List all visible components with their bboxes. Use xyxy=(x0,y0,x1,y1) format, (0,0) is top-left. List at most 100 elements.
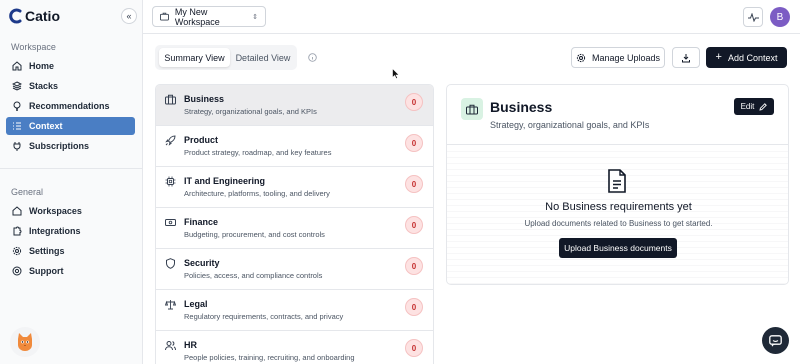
plus-icon: + xyxy=(715,51,722,63)
sidebar-item-label: Support xyxy=(29,266,64,276)
topbar: My New Workspace ⇕ B xyxy=(143,0,800,34)
lifebuoy-icon xyxy=(12,266,22,276)
sidebar-item-workspaces[interactable]: Workspaces xyxy=(6,202,135,220)
cat-mascot-icon xyxy=(18,333,32,351)
sidebar-item-settings[interactable]: Settings xyxy=(6,242,135,260)
category-title: IT and Engineering xyxy=(184,176,266,186)
empty-state: No Business requirements yet Upload docu… xyxy=(447,146,788,284)
category-title: Product xyxy=(184,135,219,145)
chip-icon xyxy=(165,176,176,187)
add-context-label: Add Context xyxy=(727,52,778,63)
category-item-business[interactable]: Business Strategy, organizational goals,… xyxy=(156,85,433,126)
category-item-legal[interactable]: Legal Regulatory requirements, contracts… xyxy=(156,290,433,331)
activity-icon xyxy=(747,12,759,22)
detail-header: Business Strategy, organizational goals,… xyxy=(447,85,788,145)
category-description: Architecture, platforms, tooling, and de… xyxy=(184,189,330,198)
category-item-security[interactable]: Security Policies, access, and complianc… xyxy=(156,249,433,290)
briefcase-icon xyxy=(461,98,483,120)
brand-name: Catio xyxy=(25,8,60,24)
sidebar: Catio « Workspace Home Stacks Recommenda… xyxy=(0,0,143,364)
category-description: Product strategy, roadmap, and key featu… xyxy=(184,148,332,157)
count-badge: 0 xyxy=(405,257,423,275)
sidebar-item-integrations[interactable]: Integrations xyxy=(6,222,135,240)
plug-icon xyxy=(13,142,21,151)
sidebar-item-home[interactable]: Home xyxy=(6,57,135,75)
banknote-icon xyxy=(165,219,176,226)
sidebar-item-stacks[interactable]: Stacks xyxy=(6,77,135,95)
category-title: Finance xyxy=(184,217,219,227)
sidebar-item-support[interactable]: Support xyxy=(6,262,135,280)
lightbulb-icon xyxy=(13,101,21,111)
info-icon[interactable] xyxy=(308,53,317,62)
detail-title: Business xyxy=(490,99,553,115)
count-badge: 0 xyxy=(405,93,423,111)
activity-button[interactable] xyxy=(743,7,763,27)
empty-state-subtitle: Upload documents related to Business to … xyxy=(524,219,713,228)
category-item-product[interactable]: Product Product strategy, roadmap, and k… xyxy=(156,126,433,167)
sidebar-item-context[interactable]: Context xyxy=(6,117,135,135)
download-button[interactable] xyxy=(672,47,700,68)
category-title: HR xyxy=(184,340,197,350)
scale-icon xyxy=(165,300,176,310)
sidebar-divider xyxy=(0,168,143,169)
sidebar-item-label: Subscriptions xyxy=(29,141,90,151)
detail-subtitle: Strategy, organizational goals, and KPIs xyxy=(490,120,650,130)
shield-icon xyxy=(166,258,175,269)
sidebar-item-label: Home xyxy=(29,61,55,71)
tab-detailed-view[interactable]: Detailed View xyxy=(232,48,294,67)
sidebar-item-recommendations[interactable]: Recommendations xyxy=(6,97,135,115)
gear-icon xyxy=(12,246,22,256)
sidebar-item-label: Recommendations xyxy=(29,101,110,111)
pencil-icon xyxy=(759,102,768,111)
home-icon xyxy=(12,61,22,71)
category-title: Business xyxy=(184,94,225,104)
general-section-label: General xyxy=(11,187,44,197)
upload-documents-button[interactable]: Upload Business documents xyxy=(559,238,677,258)
view-toggle: Summary View Detailed View xyxy=(155,45,297,70)
category-description: People policies, training, recruiting, a… xyxy=(184,353,355,362)
sidebar-item-label: Workspaces xyxy=(29,206,82,216)
category-item-it-engineering[interactable]: IT and Engineering Architecture, platfor… xyxy=(156,167,433,208)
manage-uploads-button[interactable]: Manage Uploads xyxy=(571,47,665,68)
category-item-finance[interactable]: Finance Budgeting, procurement, and cost… xyxy=(156,208,433,249)
edit-label: Edit xyxy=(740,102,755,111)
category-description: Regulatory requirements, contracts, and … xyxy=(184,312,344,321)
brand[interactable]: Catio xyxy=(9,8,60,24)
sidebar-item-label: Settings xyxy=(29,246,65,256)
sidebar-item-label: Integrations xyxy=(29,226,81,236)
sidebar-item-subscriptions[interactable]: Subscriptions xyxy=(6,137,135,155)
category-item-hr[interactable]: HR People policies, training, recruiting… xyxy=(156,331,433,364)
collapse-sidebar-button[interactable]: « xyxy=(121,8,137,24)
gear-icon xyxy=(576,53,586,62)
briefcase-icon xyxy=(165,94,176,105)
chevrons-left-icon: « xyxy=(126,11,132,21)
count-badge: 0 xyxy=(405,298,423,316)
chat-support-button[interactable] xyxy=(762,327,789,354)
briefcase-icon xyxy=(160,12,169,21)
layers-icon xyxy=(12,81,22,91)
download-icon xyxy=(682,53,690,62)
manage-uploads-label: Manage Uploads xyxy=(591,52,661,63)
document-icon xyxy=(608,169,626,193)
workspace-section-label: Workspace xyxy=(11,42,56,52)
workspace-selector[interactable]: My New Workspace ⇕ xyxy=(152,6,266,27)
count-badge: 0 xyxy=(405,134,423,152)
mouse-cursor-icon xyxy=(392,68,400,79)
catio-logo-icon xyxy=(9,8,22,24)
rocket-icon xyxy=(165,135,176,146)
count-badge: 0 xyxy=(405,216,423,234)
user-avatar[interactable]: B xyxy=(770,7,790,27)
add-context-button[interactable]: + Add Context xyxy=(706,47,787,68)
sidebar-item-label: Context xyxy=(29,121,63,131)
puzzle-icon xyxy=(13,226,22,236)
category-description: Strategy, organizational goals, and KPIs xyxy=(184,107,317,116)
count-badge: 0 xyxy=(405,339,423,357)
building-icon xyxy=(12,206,22,216)
cat-mascot-avatar[interactable] xyxy=(10,327,40,357)
category-title: Security xyxy=(184,258,220,268)
category-list: Business Strategy, organizational goals,… xyxy=(155,84,434,364)
category-description: Policies, access, and compliance control… xyxy=(184,271,323,280)
tab-summary-view[interactable]: Summary View xyxy=(159,48,230,67)
category-title: Legal xyxy=(184,299,208,309)
edit-button[interactable]: Edit xyxy=(734,98,774,115)
